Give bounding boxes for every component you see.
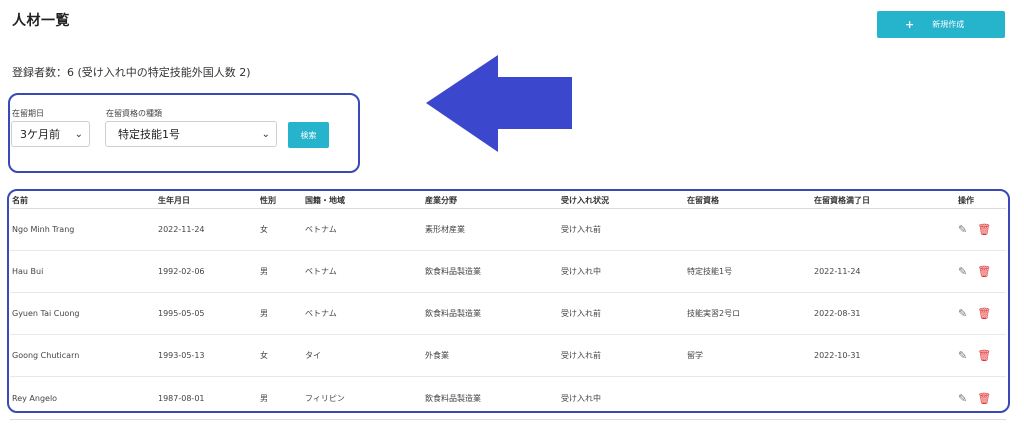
cell-nationality: フィリピン [305,393,345,403]
table-row: Ngo Minh Trang 2022-11-24 女 ベトナム 素形材産業 受け入れ前 ✎… [10,209,1006,251]
trash-icon[interactable]: 🗑 [977,265,991,278]
cell-gender: 女 [260,351,268,360]
cell-acceptance: 受け入れ前 [561,309,601,318]
date-filter-value: 3ケ月前 [20,128,60,141]
cell-expiry: 2022-10-31 [814,351,861,360]
header-residence-status[interactable]: 在留資格 [687,195,814,206]
cell-acceptance: 受け入れ中 [561,393,601,403]
registration-count: 登録者数：6 (受け入れ中の特定技能外国人数 2) [12,66,251,79]
header-expiry[interactable]: 在留資格満了日 [814,195,958,206]
cell-industry: 飲食料品製造業 [425,309,481,318]
table-row: Rey Angelo 1987-08-01 男フィリピン 飲食料品製造業 受け入れ中 ✎ 🗑 [10,377,1006,419]
left-arrow-icon [426,55,572,152]
cell-expiry: 2022-08-31 [814,309,861,318]
cell-acceptance: 受け入れ前 [561,225,601,234]
cell-acceptance: 受け入れ中 [561,267,601,276]
date-filter-label: 在留期日 [12,109,44,118]
row-actions: ✎ 🗑 [958,223,1006,236]
search-button[interactable]: 検索 [288,122,329,148]
row-actions: ✎ 🗑 [958,265,1006,278]
cell-industry: 飲食料品製造業 [425,393,481,403]
plus-icon: + [905,18,915,31]
cell-expiry: 2022-11-24 [814,267,861,276]
cell-birthdate: 2022-11-24 [158,225,205,234]
table-row: Gyuen Tai Cuong 1995-05-05 男 ベトナム 飲食料品製造業 受け入… [10,293,1006,335]
cell-gender: 男 [260,309,268,318]
header-acceptance[interactable]: 受け入れ状況 [561,195,687,206]
cell-name: Rey Angelo [12,393,58,403]
cell-nationality: ベトナム [305,267,337,276]
cell-nationality: ベトナム [305,309,337,318]
header-actions: 操作 [958,195,974,205]
people-table: 名前 生年月日 性別 国籍・地域 産業分野 受け入れ状況 在留資格 在留資格満了… [10,192,1006,419]
cell-birthdate: 1993-05-13 [158,351,205,360]
cell-industry: 素形材産業 [425,225,465,234]
cell-name: Goong Chuticarn [12,351,80,360]
row-actions: ✎ 🗑 [958,349,1006,362]
cell-acceptance: 受け入れ前 [561,351,601,360]
page-title: 人材一覧 [12,13,70,29]
cell-name: Ngo Minh Trang [12,225,75,234]
table-bottom-divider [10,419,1006,420]
header-nationality[interactable]: 国籍・地域 [305,195,425,206]
cell-birthdate: 1995-05-05 [158,309,205,318]
status-filter-label: 在留資格の種類 [106,109,162,118]
edit-icon[interactable]: ✎ [958,307,967,320]
cell-nationality: ベトナム [305,225,337,234]
chevron-down-icon: ⌄ [74,128,83,140]
table-row: Goong Chuticarn 1993-05-13 女 タイ 外食業 受け入れ前 留学 20… [10,335,1006,377]
header-name[interactable]: 名前 [10,195,158,206]
header-birthdate[interactable]: 生年月日 [158,195,260,206]
row-actions: ✎ 🗑 [958,392,1006,405]
cell-name: Gyuen Tai Cuong [12,309,80,318]
date-filter-select[interactable]: 3ケ月前 ⌄ [11,121,90,147]
header-industry[interactable]: 産業分野 [425,195,561,206]
header-gender[interactable]: 性別 [260,195,305,206]
chevron-down-icon: ⌄ [261,128,270,140]
edit-icon[interactable]: ✎ [958,223,967,236]
table-row: Hau Bui 1992-02-06 男 ベトナム 飲食料品製造業 受け入れ中 特定技能1号… [10,251,1006,293]
trash-icon[interactable]: 🗑 [977,223,991,236]
new-create-button[interactable]: + 新規作成 [877,11,1005,38]
cell-gender: 男 [260,393,268,403]
cell-residence-status: 技能実習2号ロ [687,309,741,318]
trash-icon[interactable]: 🗑 [977,392,991,405]
status-filter-value: 特定技能1号 [118,128,180,141]
edit-icon[interactable]: ✎ [958,349,967,362]
cell-name: Hau Bui [12,267,44,276]
edit-icon[interactable]: ✎ [958,265,967,278]
cell-birthdate: 1992-02-06 [158,267,205,276]
trash-icon[interactable]: 🗑 [977,307,991,320]
cell-gender: 女 [260,225,268,234]
trash-icon[interactable]: 🗑 [977,349,991,362]
edit-icon[interactable]: ✎ [958,392,967,405]
cell-nationality: タイ [305,351,321,360]
cell-residence-status: 留学 [687,351,703,360]
row-actions: ✎ 🗑 [958,307,1006,320]
table-header: 名前 生年月日 性別 国籍・地域 産業分野 受け入れ状況 在留資格 在留資格満了… [10,192,1006,209]
cell-industry: 飲食料品製造業 [425,267,481,276]
new-create-label: 新規作成 [932,20,965,29]
cell-industry: 外食業 [425,351,449,360]
cell-residence-status: 特定技能1号 [687,267,733,276]
cell-birthdate: 1987-08-01 [158,393,205,403]
status-filter-select[interactable]: 特定技能1号 ⌄ [105,121,277,147]
cell-gender: 男 [260,267,268,276]
